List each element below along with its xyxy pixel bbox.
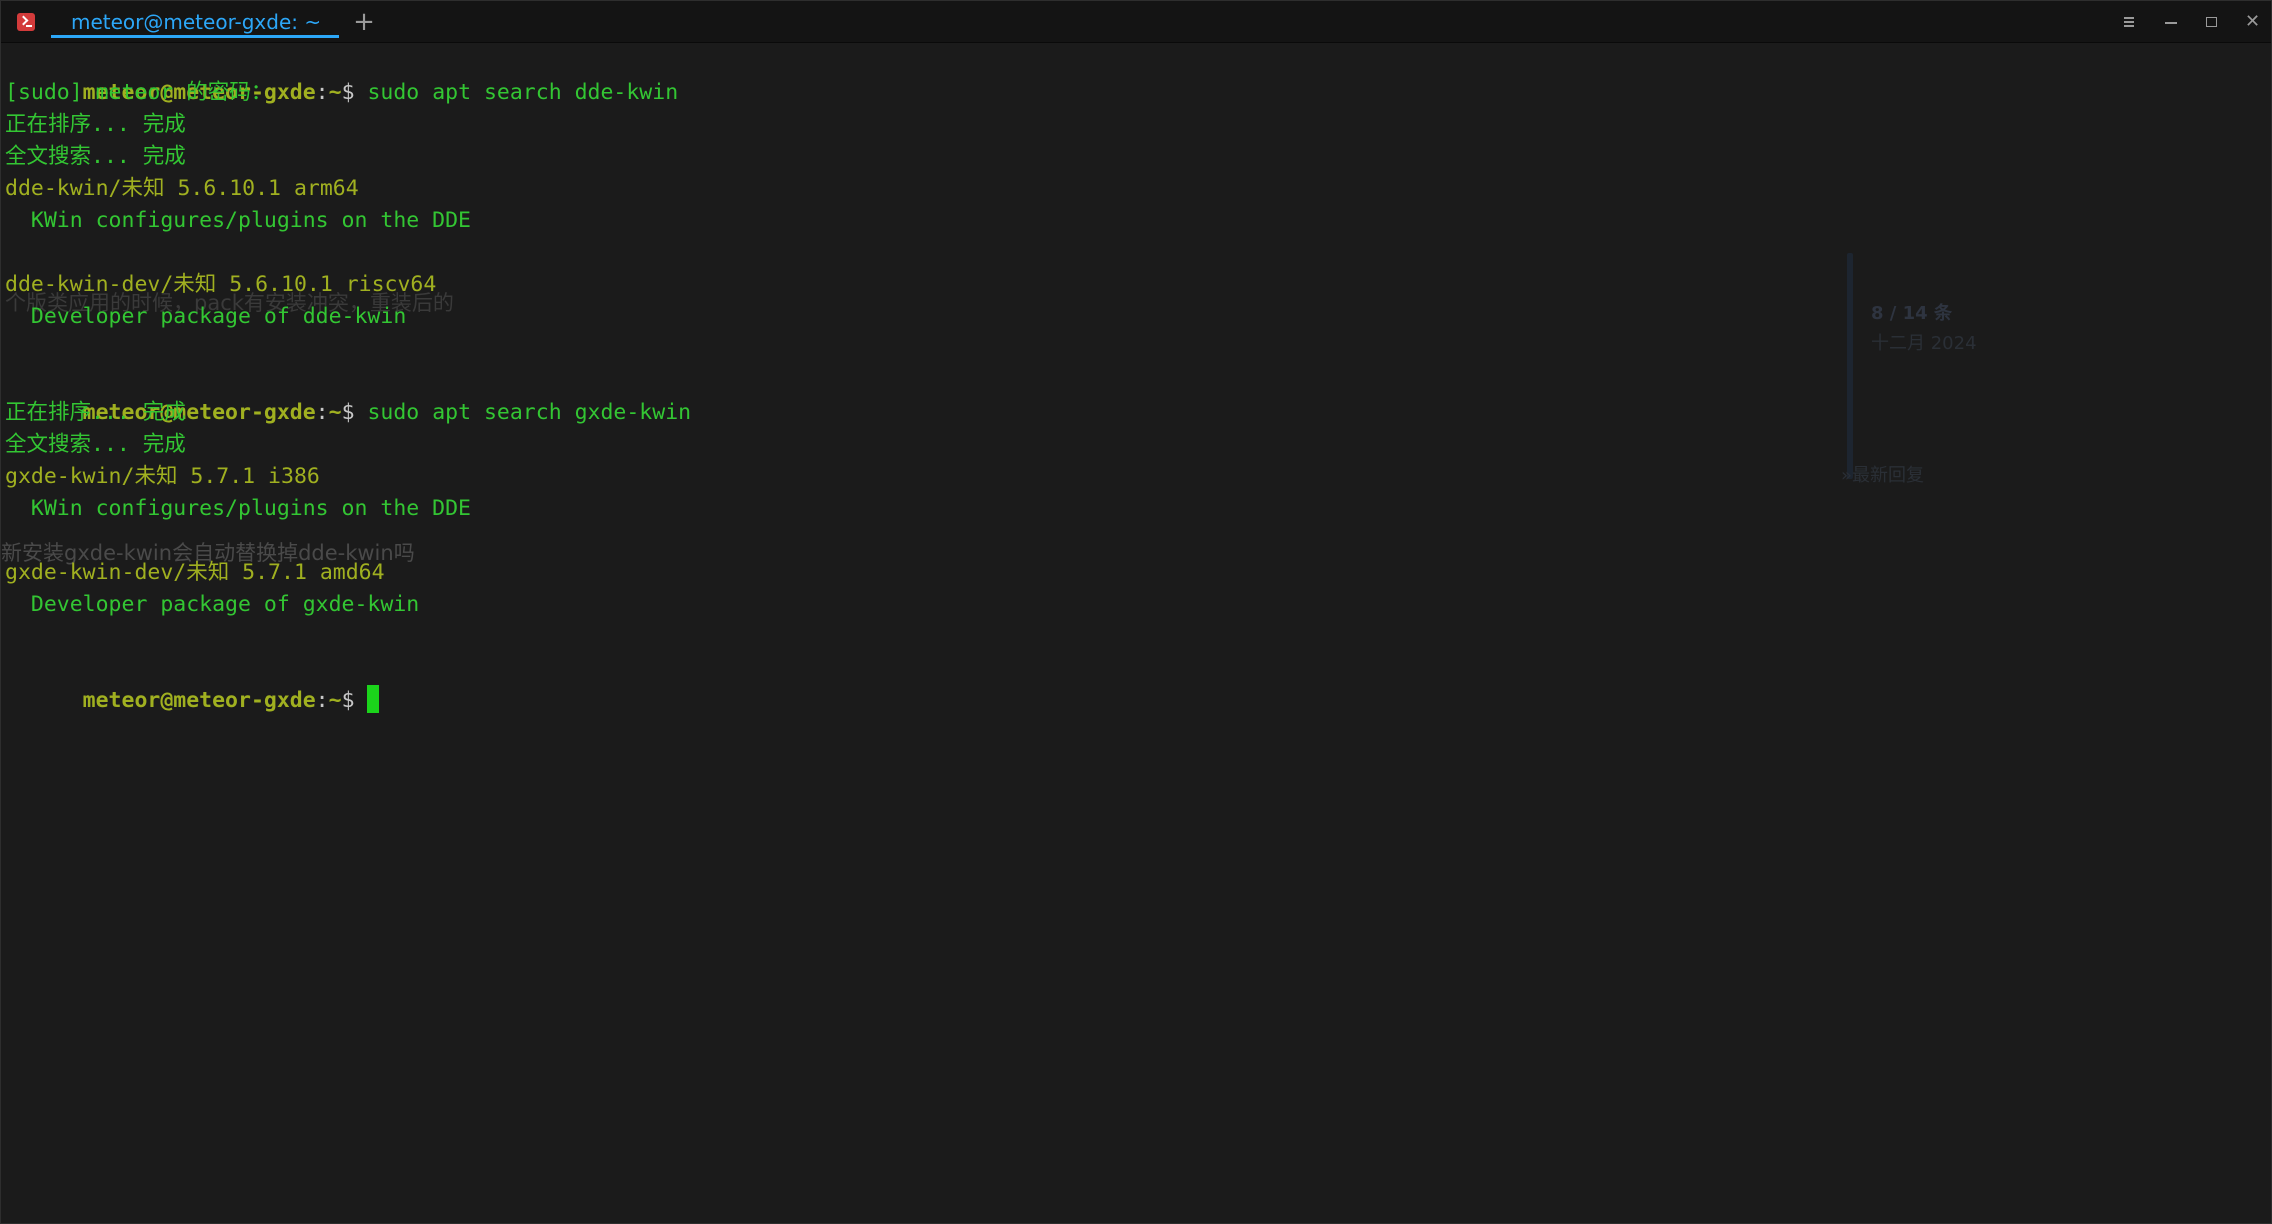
terminal-app-icon [17,13,35,31]
terminal-line-15: KWin configures/plugins on the DDE [5,496,471,521]
terminal-line-20: meteor@meteor-gxde:~$ [5,653,380,713]
tab-title: meteor@meteor-gxde: ~ [71,10,322,34]
hamburger-icon [2124,17,2134,27]
prompt-dollar: $ [341,80,355,105]
prompt-dollar: $ [341,688,355,713]
add-tab-button[interactable]: + [349,5,379,39]
title-bar: meteor@meteor-gxde: ~ + ✕ [1,1,2271,43]
terminal-line-12: 正在排序... 完成 [5,400,186,425]
terminal-line-11: meteor@meteor-gxde:~$ sudo apt search gx… [5,365,691,425]
terminal-line-3: 正在排序... 完成 [5,112,186,137]
prompt-colon: : [315,688,329,713]
terminal-line-8: dde-kwin-dev/未知 5.6.10.1 riscv64 [5,272,437,297]
text-cursor [367,685,380,713]
terminal-line-4: 全文搜索... 完成 [5,144,186,169]
prompt-user-host: meteor@meteor-gxde [82,688,316,713]
terminal-line-18: Developer package of gxde-kwin [5,592,420,617]
tab-terminal-session[interactable]: meteor@meteor-gxde: ~ [51,1,339,42]
terminal-line-13: 全文搜索... 完成 [5,432,186,457]
command-text: sudo apt search dde-kwin [354,80,679,105]
terminal-line-1: meteor@meteor-gxde:~$ sudo apt search dd… [5,45,678,105]
minimize-button[interactable] [2157,9,2185,35]
prompt-path: ~ [328,400,342,425]
close-icon: ✕ [2245,11,2261,32]
prompt-colon: : [315,80,329,105]
prompt-path: ~ [328,688,342,713]
prompt-path: ~ [328,80,342,105]
maximize-button[interactable] [2197,9,2225,35]
double-chevron-down-icon: » [1841,465,1853,486]
ghost-scroll-track [1847,253,1853,479]
menu-button[interactable] [2115,9,2143,35]
terminal-line-17: gxde-kwin-dev/未知 5.7.1 amd64 [5,560,385,585]
command-input[interactable] [355,688,368,713]
ghost-latest-reply: »最新回复 [1841,461,1924,487]
close-button[interactable]: ✕ [2237,9,2265,35]
minimize-icon [2165,22,2177,24]
terminal-line-14: gxde-kwin/未知 5.7.1 i386 [5,464,320,489]
ghost-latest-reply-label: 最新回复 [1852,465,1925,486]
ghost-counter: 8 / 14 条 [1871,303,1952,324]
terminal-line-5: dde-kwin/未知 5.6.10.1 arm64 [5,176,359,201]
active-tab-indicator [51,35,339,38]
terminal-output-area[interactable]: 个版类应用的时候，pack有安装冲突，重装后的 新安装gxde-kwin会自动替… [1,43,2271,1223]
maximize-icon [2206,17,2217,27]
terminal-window: meteor@meteor-gxde: ~ + ✕ 个版类应用的时候，pack有… [0,0,2272,1224]
terminal-line-9: Developer package of dde-kwin [5,304,407,329]
command-text: sudo apt search gxde-kwin [354,400,692,425]
prompt-dollar: $ [341,400,355,425]
prompt-colon: : [315,400,329,425]
ghost-date: 十二月 2024 [1871,333,1977,354]
terminal-line-6: KWin configures/plugins on the DDE [5,208,471,233]
terminal-line-2: [sudo] meteor 的密码： [5,80,273,105]
